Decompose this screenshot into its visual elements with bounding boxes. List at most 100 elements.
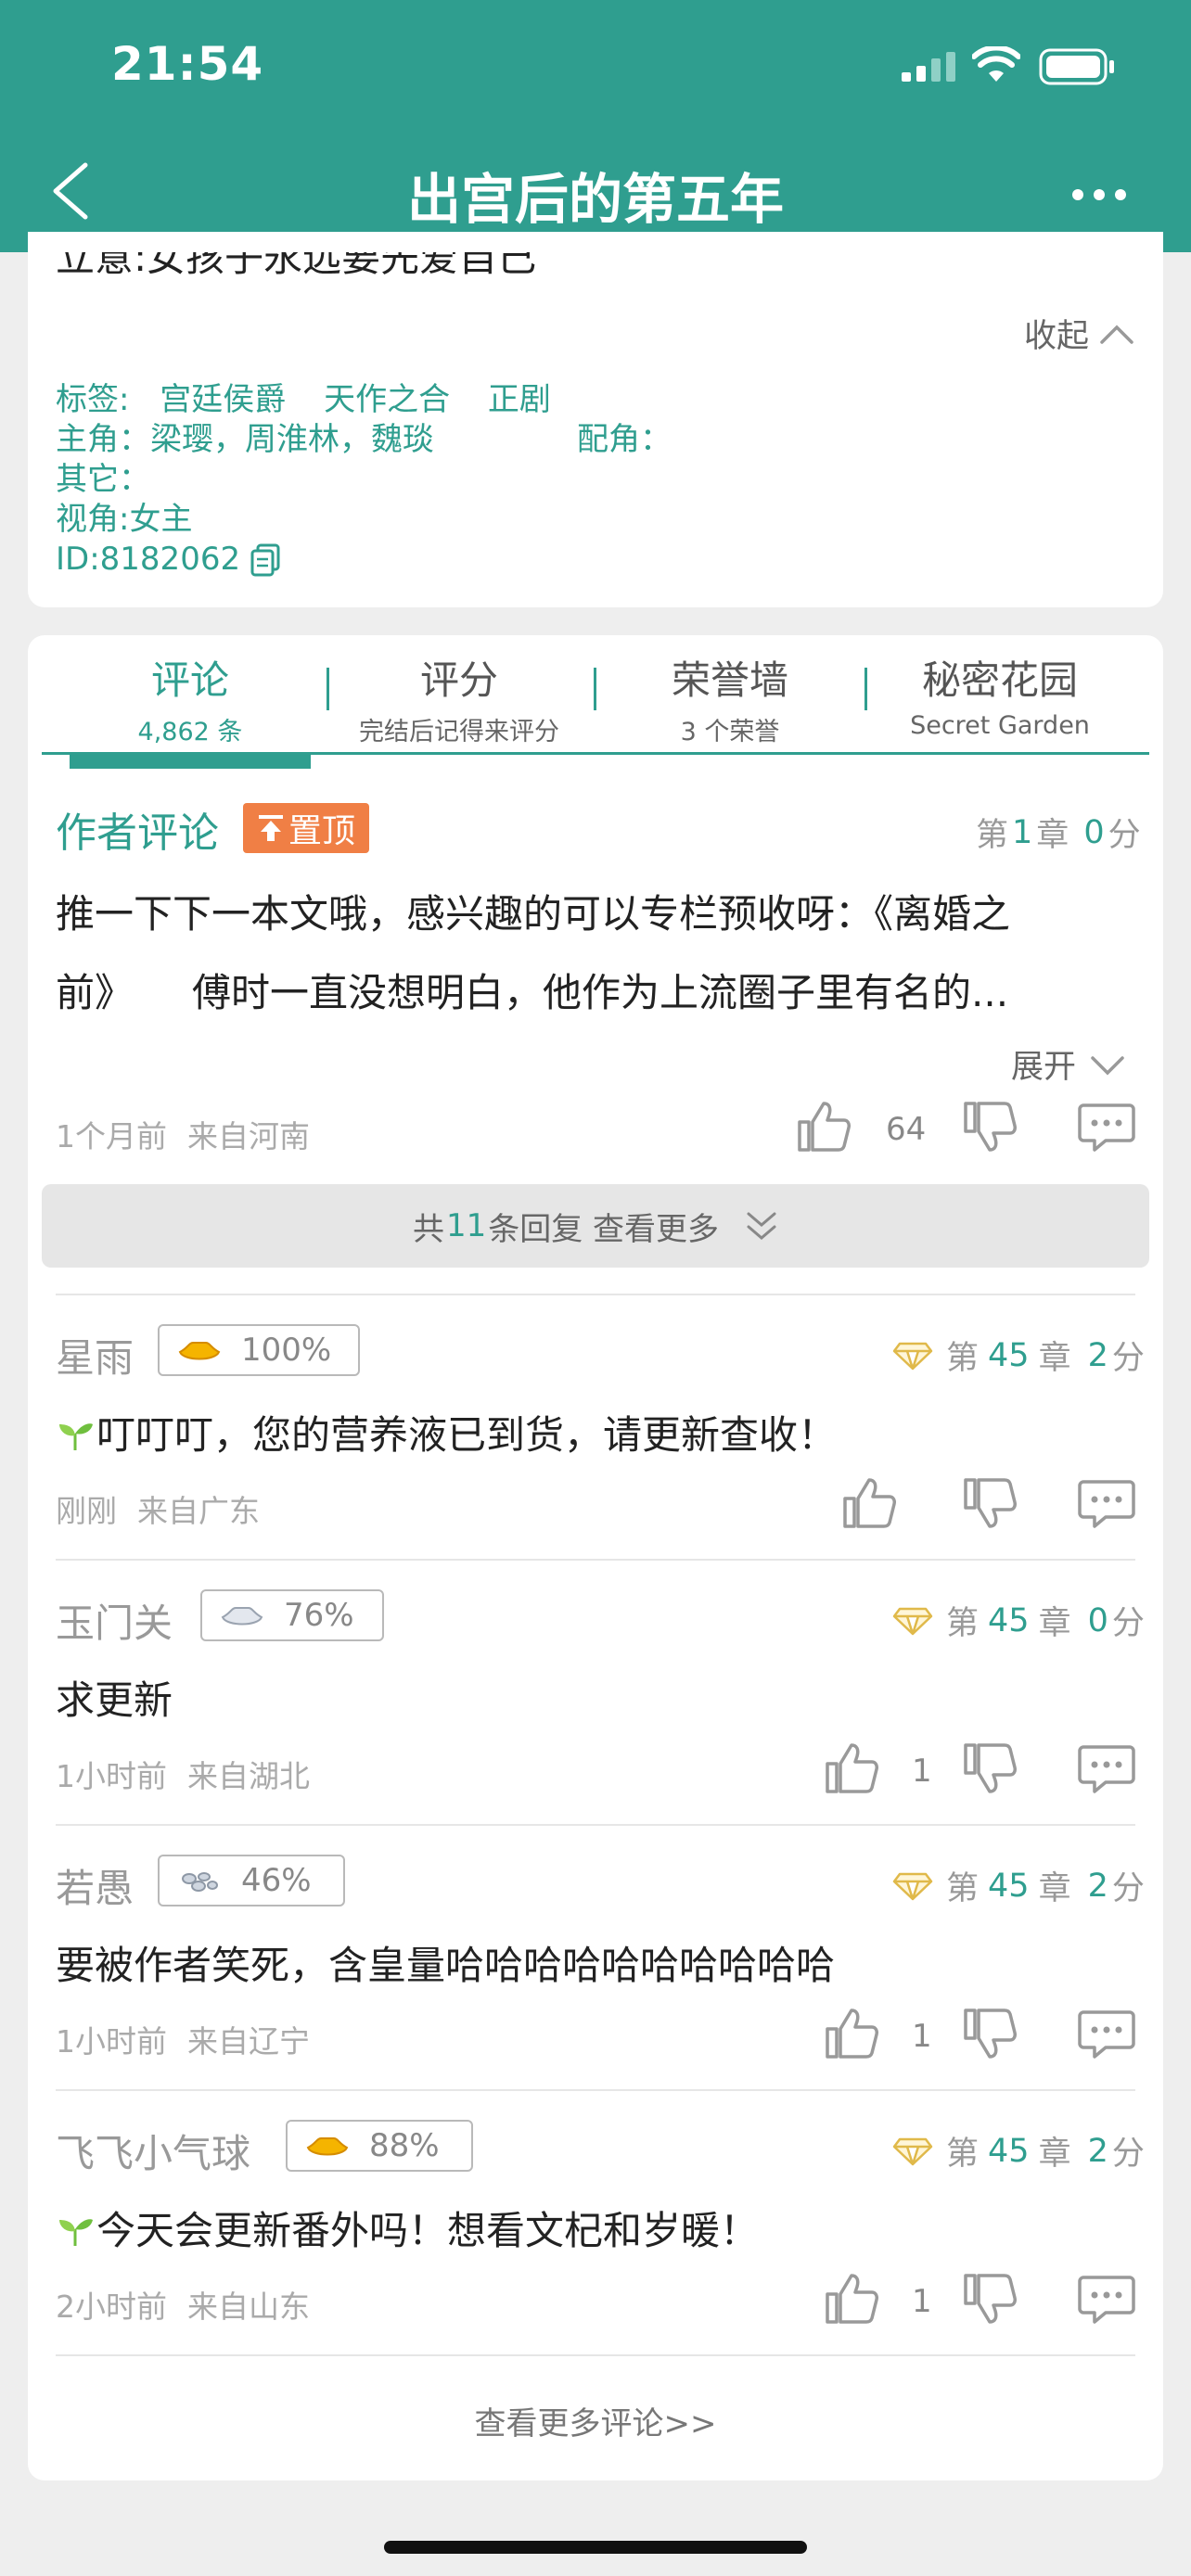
book-id: ID:8182062: [56, 541, 241, 578]
chapter-number: 45: [988, 1336, 1030, 1374]
more-button[interactable]: [1067, 181, 1132, 209]
like-icon[interactable]: [824, 2007, 879, 2064]
score-value: 2: [1087, 1336, 1108, 1374]
chapter-suffix: 章: [1038, 1605, 1071, 1642]
expand-button[interactable]: 展开: [1011, 1040, 1126, 1088]
dislike-icon[interactable]: [962, 1476, 1018, 1534]
comment-chapter-info: 第 45 章 2 分: [892, 1332, 1145, 1379]
like-icon[interactable]: [824, 1741, 879, 1799]
score-value: 0: [1083, 813, 1105, 851]
comment-author[interactable]: 飞飞小气球: [56, 2123, 250, 2179]
battery-icon: [1039, 48, 1117, 89]
score-unit: 分: [1111, 2136, 1145, 2173]
comment-author[interactable]: 玉门关: [56, 1592, 173, 1649]
reply-icon[interactable]: [1078, 1102, 1135, 1155]
comment-text: 叮叮叮，您的营养液已到货，请更新查收！: [96, 1412, 838, 1458]
comment-time: 1个月前: [56, 1118, 167, 1154]
comment-time: 刚刚: [56, 1493, 117, 1529]
reply-icon[interactable]: [1078, 2009, 1135, 2062]
like-count: 1: [912, 1753, 932, 1790]
comment-chapter-info: 第 45 章 2 分: [892, 2127, 1145, 2174]
tab-comments-count: 4,862 条: [137, 718, 243, 746]
comment-location: 来自辽宁: [187, 2023, 310, 2060]
tab-comments-label: 评论: [150, 657, 229, 703]
nutrition-badge: 100%: [158, 1324, 360, 1376]
tab-divider: [864, 668, 867, 710]
tab-comments[interactable]: 评论 4,862 条: [70, 649, 311, 747]
comment-meta: 1小时前 来自湖北: [56, 1752, 310, 1796]
comment-divider: [56, 1824, 1135, 1826]
comment-divider: [56, 2354, 1135, 2356]
chapter-suffix: 章: [1036, 817, 1069, 854]
score-value: 0: [1087, 1601, 1108, 1639]
comment-chapter-info: 第 45 章 2 分: [892, 1862, 1145, 1909]
comment-meta: 刚刚 来自广东: [56, 1486, 260, 1531]
view-replies-button[interactable]: 共 11 条回复 查看更多: [42, 1184, 1149, 1268]
chapter-number: 45: [988, 2132, 1030, 2170]
reply-icon[interactable]: [1078, 1743, 1135, 1797]
pinned-badge: 置顶: [243, 803, 369, 853]
chapter-prefix: 第: [976, 817, 1009, 854]
wifi-icon: [971, 45, 1021, 87]
comment-location: 来自湖北: [187, 1758, 310, 1794]
perspective-row: 视角:女主: [56, 501, 193, 538]
tag-item[interactable]: 正剧: [488, 381, 551, 418]
copy-icon[interactable]: [250, 543, 281, 577]
collapse-button[interactable]: 收起: [1024, 310, 1135, 357]
comment-divider: [56, 1559, 1135, 1561]
tab-secret-garden[interactable]: 秘密花园 Secret Garden: [879, 649, 1121, 740]
score-value: 2: [1087, 2132, 1108, 2170]
replies-suffix: 条回复 查看更多: [488, 1210, 720, 1248]
dislike-icon[interactable]: [962, 2007, 1018, 2064]
more-comments-link[interactable]: 查看更多评论>>: [0, 2398, 1191, 2443]
author-comment-meta: 1个月前 来自河南: [56, 1112, 310, 1156]
reply-icon[interactable]: [1078, 2274, 1135, 2327]
comment-text: 要被作者笑死，含皇量哈哈哈哈哈哈哈哈哈哈: [56, 1943, 836, 1988]
comment-author[interactable]: 星雨: [56, 1327, 134, 1384]
comment-meta: 2小时前 来自山东: [56, 2282, 310, 2327]
tab-divider: [594, 668, 596, 710]
tab-rating-sub: 完结后记得来评分: [359, 718, 559, 746]
nutrition-badge: 88%: [286, 2120, 473, 2172]
like-icon[interactable]: [796, 1100, 852, 1157]
author-chapter-info: 第1章0分: [976, 809, 1141, 856]
tab-honor-wall[interactable]: 荣誉墙 3 个荣誉: [609, 649, 851, 747]
home-indicator: [384, 2541, 807, 2554]
like-icon[interactable]: [841, 1476, 897, 1534]
double-chevron-down-icon: [747, 1212, 776, 1240]
badge-percent: 76%: [284, 1597, 354, 1634]
tab-rating[interactable]: 评分 完结后记得来评分: [339, 649, 580, 747]
signal-icon: [902, 52, 957, 85]
silver-ingot-icon: [221, 1607, 263, 1626]
tag-item[interactable]: 天作之合: [324, 381, 450, 418]
comment-location: 来自广东: [137, 1493, 260, 1529]
dislike-icon[interactable]: [962, 1100, 1018, 1157]
badge-percent: 46%: [241, 1862, 312, 1899]
tag-item[interactable]: 宫廷侯爵: [160, 381, 286, 418]
tags-row: 标签: 宫廷侯爵 天作之合 正剧: [56, 380, 551, 420]
silver-pieces-icon: [182, 1872, 218, 1892]
replies-count: 11: [445, 1207, 487, 1244]
chapter-suffix: 章: [1038, 1870, 1071, 1907]
gold-ingot-icon: [306, 2137, 349, 2156]
comment-text: 求更新: [56, 1677, 173, 1723]
tab-honor-label: 荣誉墙: [671, 657, 788, 703]
like-icon[interactable]: [824, 2272, 879, 2329]
score-unit: 分: [1111, 1605, 1145, 1642]
diamond-icon: [892, 2137, 933, 2165]
dislike-icon[interactable]: [962, 1741, 1018, 1799]
dislike-icon[interactable]: [962, 2272, 1018, 2329]
active-tab-indicator: [70, 754, 311, 769]
comment-divider: [56, 2089, 1135, 2091]
id-row: ID:8182062: [56, 540, 281, 580]
reply-icon[interactable]: [1078, 1478, 1135, 1532]
author-comment-line: 前》 傅时一直没想明白，他作为上流圈子里有名的...: [56, 970, 1009, 1015]
badge-percent: 88%: [369, 2127, 440, 2164]
expand-label: 展开: [1011, 1049, 1077, 1086]
page-title: 出宫后的第五年: [406, 168, 784, 231]
diamond-icon: [892, 1607, 933, 1635]
tab-garden-label: 秘密花园: [921, 657, 1078, 703]
sprout-icon: [56, 2211, 95, 2251]
info-partial-line: 立意:女孩子永远要先爱自己: [56, 252, 537, 278]
comment-author[interactable]: 若愚: [56, 1857, 134, 1914]
